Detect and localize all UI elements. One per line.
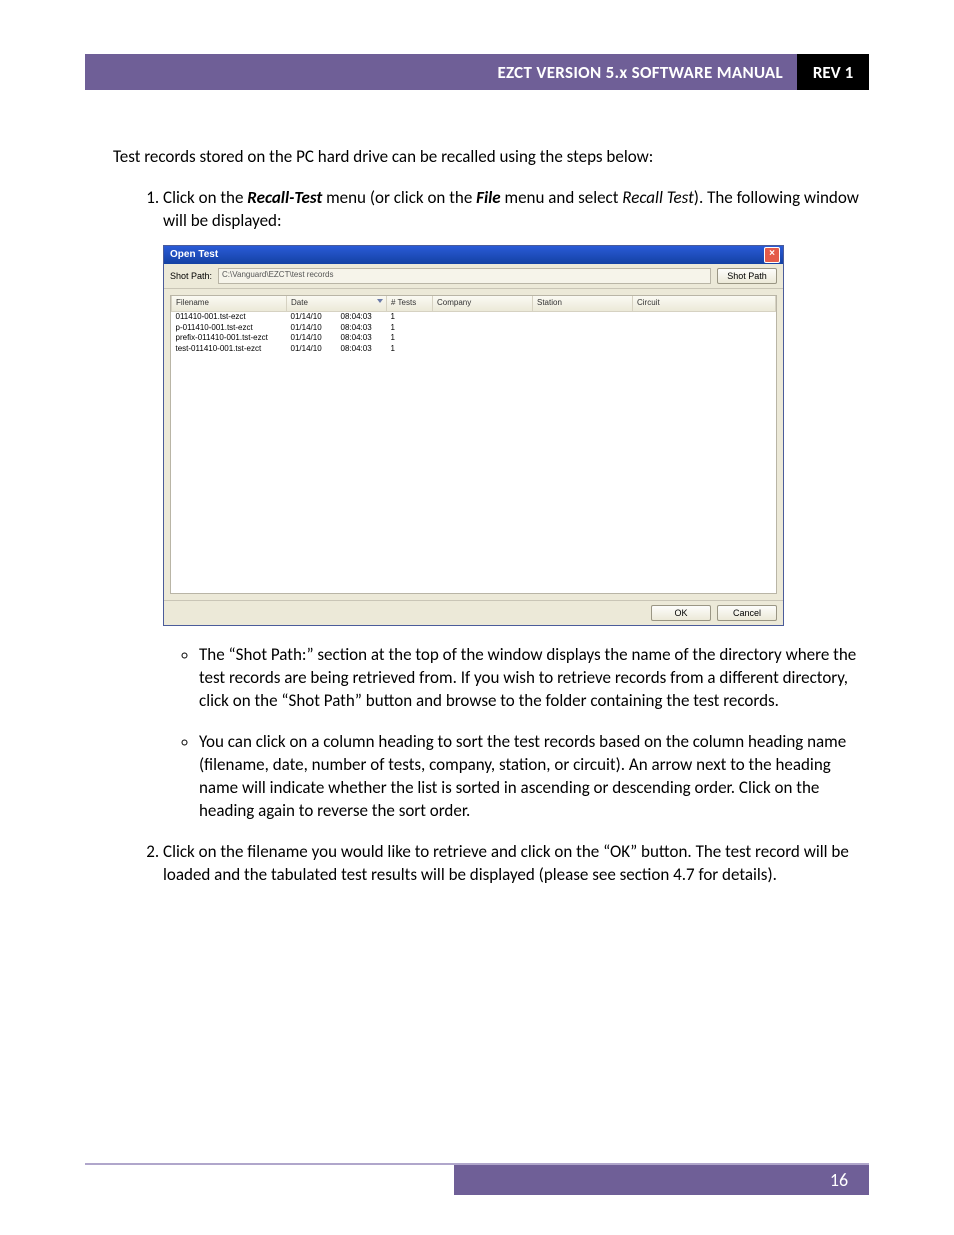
cell: 08:04:03 <box>337 323 387 334</box>
cell: 08:04:03 <box>337 333 387 344</box>
cell: prefix-011410-001.tst-ezct <box>172 333 287 344</box>
step-1-text: Click on the Recall-Test menu (or click … <box>163 187 859 231</box>
cell: 1 <box>387 311 433 322</box>
shot-path-field[interactable]: C:\Vanguard\EZCT\test records <box>218 268 711 284</box>
cell <box>633 333 776 344</box>
t: menu and select <box>501 187 623 208</box>
recall-test-italic: Recall Test <box>622 187 694 208</box>
cell <box>533 333 633 344</box>
col-circuit[interactable]: Circuit <box>633 296 776 311</box>
cell <box>433 344 533 355</box>
shot-path-button[interactable]: Shot Path <box>717 268 777 284</box>
table-row[interactable]: 011410-001.tst-ezct01/14/1008:04:031 <box>172 311 776 322</box>
page-footer: 16 <box>85 1163 869 1195</box>
t: menu (or click on the <box>322 187 476 208</box>
cell: 08:04:03 <box>337 311 387 322</box>
page-body: Test records stored on the PC hard drive… <box>85 146 869 1163</box>
t: Click on the <box>163 187 247 208</box>
cell <box>433 311 533 322</box>
dialog-titlebar: Open Test × <box>164 246 783 264</box>
cell: 01/14/10 <box>287 344 337 355</box>
cell <box>633 344 776 355</box>
col-company[interactable]: Company <box>433 296 533 311</box>
col-tests[interactable]: # Tests <box>387 296 433 311</box>
cell: 01/14/10 <box>287 323 337 334</box>
footer-accent <box>454 1165 809 1195</box>
cell <box>633 323 776 334</box>
header-rev: REV 1 <box>797 54 869 90</box>
page-header: EZCT VERSION 5.x SOFTWARE MANUAL REV 1 <box>85 54 869 90</box>
bullet-shot-path: The “Shot Path:” section at the top of t… <box>199 644 869 713</box>
col-filename[interactable]: Filename <box>172 296 287 311</box>
cell: 1 <box>387 323 433 334</box>
cell: 01/14/10 <box>287 333 337 344</box>
cell <box>533 323 633 334</box>
file-term: File <box>476 187 501 208</box>
cell: test-011410-001.tst-ezct <box>172 344 287 355</box>
column-header-row: Filename Date # Tests Company Station Ci… <box>172 296 776 311</box>
header-accent <box>85 54 130 90</box>
cell <box>533 344 633 355</box>
dialog-title: Open Test <box>170 248 218 262</box>
step-2: Click on the filename you would like to … <box>163 841 869 887</box>
ok-button[interactable]: OK <box>651 605 711 621</box>
close-icon[interactable]: × <box>764 247 780 263</box>
col-station[interactable]: Station <box>533 296 633 311</box>
step-1: Click on the Recall-Test menu (or click … <box>163 187 869 823</box>
cancel-button[interactable]: Cancel <box>717 605 777 621</box>
recall-test-term: Recall-Test <box>247 187 322 208</box>
cell <box>533 311 633 322</box>
page-number: 16 <box>809 1165 869 1195</box>
cell: 1 <box>387 344 433 355</box>
dialog-footer: OK Cancel <box>164 600 783 625</box>
intro-text: Test records stored on the PC hard drive… <box>113 146 869 169</box>
header-title: EZCT VERSION 5.x SOFTWARE MANUAL <box>130 54 797 90</box>
col-date[interactable]: Date <box>287 296 387 311</box>
file-list[interactable]: Filename Date # Tests Company Station Ci… <box>170 295 777 594</box>
open-test-dialog: Open Test × Shot Path: C:\Vanguard\EZCT\… <box>163 245 784 626</box>
cell: 08:04:03 <box>337 344 387 355</box>
footer-spacer <box>85 1165 454 1195</box>
dialog-toolbar: Shot Path: C:\Vanguard\EZCT\test records… <box>164 264 783 289</box>
table-row[interactable]: test-011410-001.tst-ezct01/14/1008:04:03… <box>172 344 776 355</box>
table-row[interactable]: p-011410-001.tst-ezct01/14/1008:04:031 <box>172 323 776 334</box>
sort-arrow-icon <box>377 299 383 303</box>
cell: 01/14/10 <box>287 311 337 322</box>
cell: 1 <box>387 333 433 344</box>
cell: p-011410-001.tst-ezct <box>172 323 287 334</box>
cell: 011410-001.tst-ezct <box>172 311 287 322</box>
cell <box>433 323 533 334</box>
cell <box>633 311 776 322</box>
cell <box>433 333 533 344</box>
table-row[interactable]: prefix-011410-001.tst-ezct01/14/1008:04:… <box>172 333 776 344</box>
shot-path-label: Shot Path: <box>170 270 212 282</box>
bullet-sort: You can click on a column heading to sor… <box>199 731 869 823</box>
